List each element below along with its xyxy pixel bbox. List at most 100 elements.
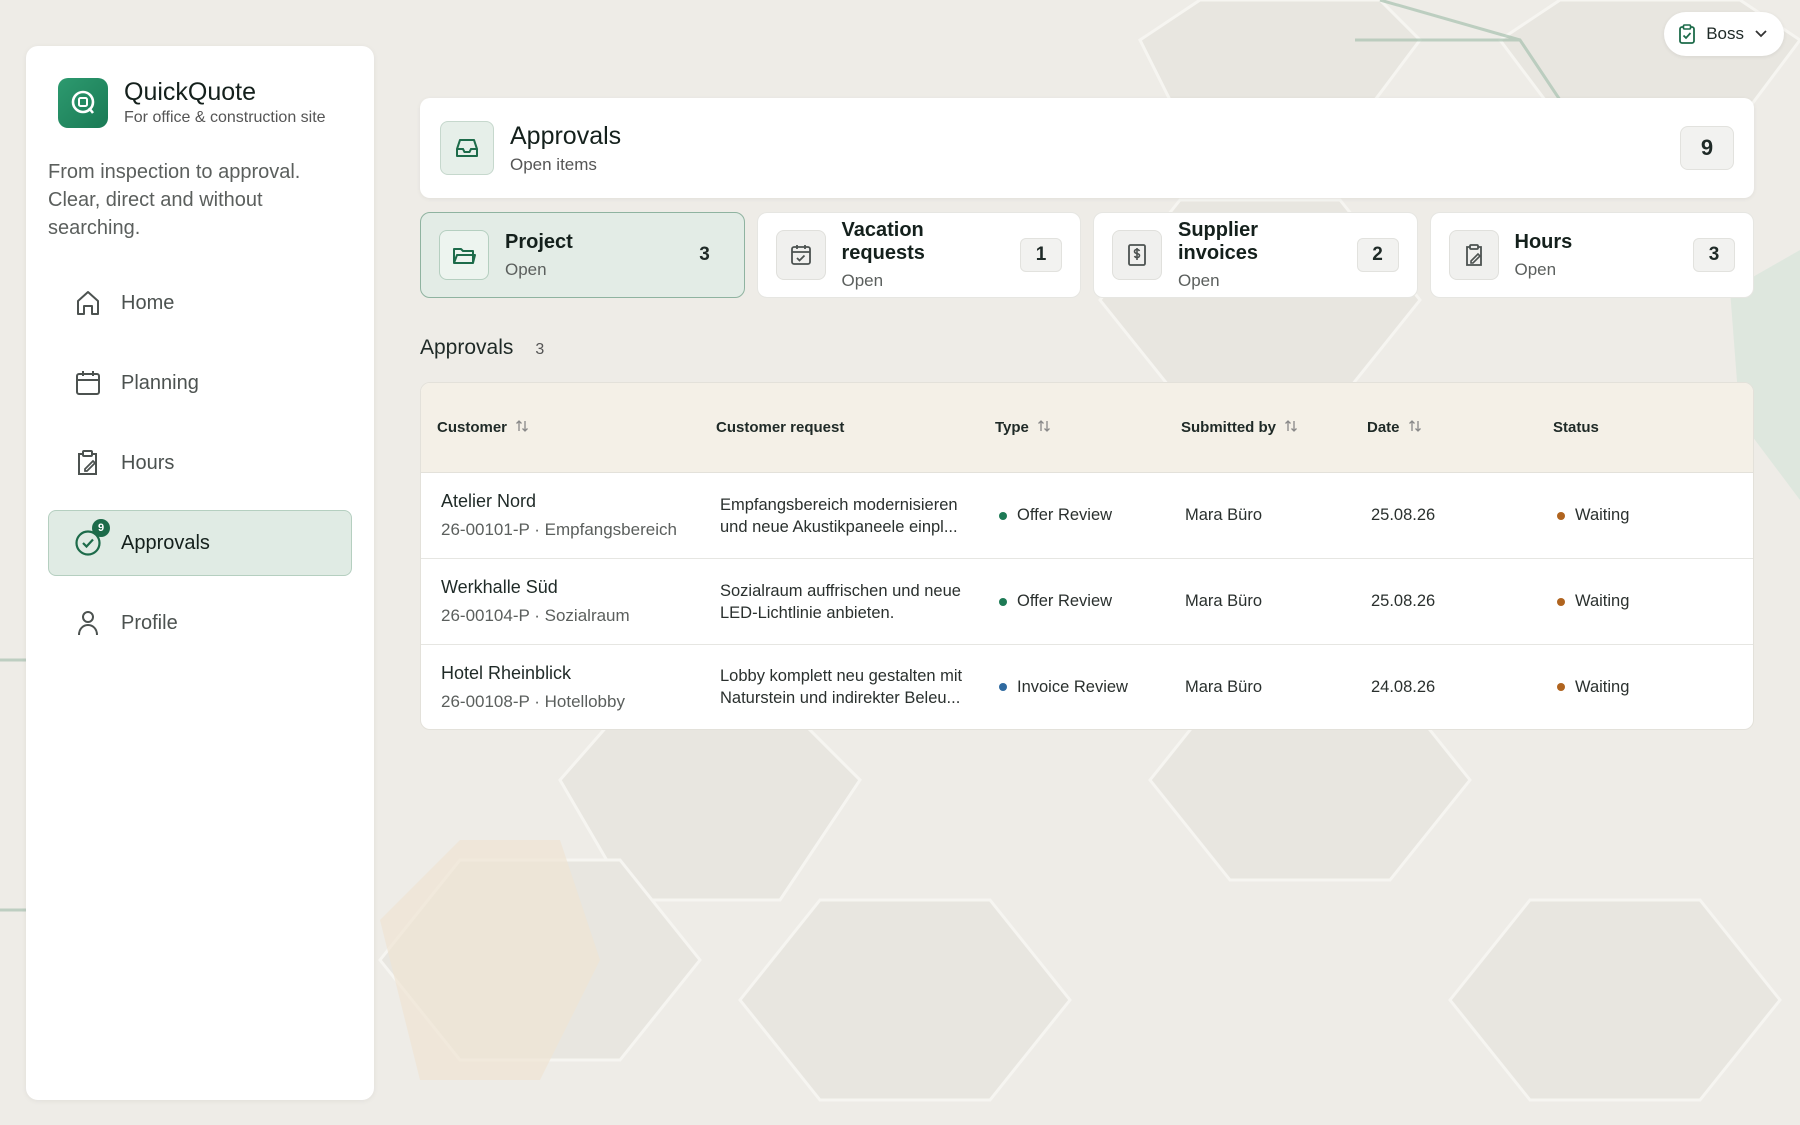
tab-title: Project — [505, 230, 573, 253]
status-dot — [1557, 597, 1565, 606]
request-line: und neue Akustikpaneele einpl... — [720, 517, 958, 536]
sidebar-item-planning[interactable]: Planning — [48, 350, 352, 416]
request-line: LED-Lichtlinie anbieten. — [720, 603, 895, 622]
customer-name: Werkhalle Süd — [441, 577, 558, 597]
project-reference: 26-00108-P · Hotellobby — [441, 691, 625, 711]
tab-count: 2 — [1356, 238, 1399, 272]
category-tabs: Project Open 3 Vacation requests Open 1 … — [420, 212, 1754, 298]
type-dot — [999, 683, 1007, 691]
approvals-table: Customer Customer request Type Submitted… — [420, 382, 1754, 730]
status-label: Waiting — [1575, 592, 1630, 610]
type-cell: Offer Review — [999, 592, 1185, 611]
type-label: Offer Review — [1017, 592, 1113, 610]
table-row[interactable]: Hotel Rheinblick 26-00108-P · Hotellobby… — [421, 645, 1753, 729]
check-circle-icon: 9 — [73, 519, 110, 558]
tab-hours[interactable]: Hours Open 3 — [1429, 212, 1754, 298]
date: 25.08.26 — [1371, 592, 1436, 610]
type-dot — [999, 597, 1007, 606]
column-header-customer-request: Customer request — [716, 419, 995, 436]
column-label: Customer — [437, 419, 508, 436]
column-header-type[interactable]: Type — [995, 419, 1181, 437]
customer-name: Atelier Nord — [441, 491, 537, 511]
home-icon — [73, 288, 103, 318]
status-badge: Waiting — [1557, 592, 1737, 611]
app-name: QuickQuote — [124, 78, 257, 107]
app-subtitle: For office & construction site — [124, 108, 326, 126]
approvals-badge: 9 — [92, 519, 110, 537]
tab-subtitle: Open — [841, 271, 884, 290]
quickquote-logo-icon — [58, 78, 108, 128]
tab-title: Supplier invoices — [1178, 219, 1259, 264]
user-menu-button[interactable]: Boss — [1664, 12, 1784, 56]
customer-request: Sozialraum auffrischen und neue LED-Lich… — [720, 580, 999, 624]
sidebar-item-label: Planning — [121, 371, 199, 394]
customer-name: Hotel Rheinblick — [441, 662, 572, 683]
clipboard-check-icon — [1678, 24, 1696, 44]
tab-count: 3 — [1693, 238, 1735, 272]
status-label: Waiting — [1575, 677, 1630, 696]
column-header-customer[interactable]: Customer — [437, 419, 716, 437]
section-header: Approvals 3 — [420, 336, 1754, 360]
status-dot — [1557, 683, 1565, 691]
column-label: Customer request — [716, 419, 845, 436]
brand: QuickQuote For office & construction sit… — [48, 78, 352, 128]
type-dot — [999, 511, 1007, 520]
tab-count: 3 — [699, 244, 710, 265]
sidebar-item-label: Approvals — [121, 531, 210, 554]
tab-subtitle: Open — [1178, 271, 1220, 290]
sort-icon — [1284, 419, 1298, 437]
sort-icon — [1408, 419, 1422, 437]
calendar-icon — [73, 368, 103, 398]
tab-title: Hours — [1514, 230, 1573, 253]
submitted-by: Mara Büro — [1185, 592, 1263, 610]
clipboard-edit-icon — [1448, 230, 1499, 280]
section-title: Approvals — [420, 336, 514, 359]
tab-project[interactable]: Project Open 3 — [420, 212, 745, 298]
column-label: Date — [1367, 419, 1400, 436]
approvals-header-card: Approvals Open items 9 — [420, 98, 1754, 198]
user-menu-label: Boss — [1706, 24, 1744, 43]
table-row[interactable]: Werkhalle Süd 26-00104-P · Sozialraum So… — [421, 559, 1753, 645]
type-label: Offer Review — [1017, 506, 1113, 524]
date: 25.08.26 — [1371, 506, 1436, 524]
tab-subtitle: Open — [505, 259, 547, 279]
main-content: Approvals Open items 9 Project Open 3 Va… — [420, 98, 1754, 730]
column-header-submitted-by[interactable]: Submitted by — [1181, 419, 1367, 437]
page-title: Approvals — [510, 121, 622, 150]
sidebar-item-label: Profile — [121, 611, 178, 634]
page-subtitle: Open items — [510, 154, 597, 174]
project-reference: 26-00104-P · Sozialraum — [441, 606, 630, 625]
sort-icon — [515, 419, 529, 437]
tab-subtitle: Open — [1514, 259, 1557, 279]
sidebar-nav: Home Planning Hours 9 Approvals Profile — [48, 270, 352, 656]
status-label: Waiting — [1575, 506, 1630, 524]
sidebar-item-hours[interactable]: Hours — [48, 430, 352, 496]
sidebar-item-label: Hours — [121, 451, 175, 474]
calendar-check-icon — [775, 230, 826, 280]
type-cell: Offer Review — [999, 506, 1185, 525]
total-open-count: 9 — [1680, 126, 1734, 170]
chevron-down-icon — [1754, 29, 1768, 39]
status-dot — [1557, 511, 1565, 520]
customer-request: Lobby komplett neu gestalten mit Naturst… — [720, 665, 999, 709]
clipboard-edit-icon — [73, 448, 103, 478]
sidebar-item-home[interactable]: Home — [48, 270, 352, 336]
table-row[interactable]: Atelier Nord 26-00101-P · Empfangsbereic… — [421, 473, 1753, 559]
invoice-dollar-icon — [1112, 230, 1162, 280]
status-badge: Waiting — [1557, 678, 1737, 697]
column-label: Status — [1553, 419, 1599, 436]
app-tagline: From inspection to approval. Clear, dire… — [48, 161, 301, 239]
sort-icon — [1037, 419, 1051, 437]
sidebar-item-approvals[interactable]: 9 Approvals — [48, 510, 352, 576]
submitted-by: Mara Büro — [1185, 506, 1263, 524]
project-reference: 26-00101-P · Empfangsbereich — [441, 520, 677, 539]
folder-icon — [439, 230, 489, 280]
tab-vacation-requests[interactable]: Vacation requests Open 1 — [756, 212, 1081, 298]
tab-supplier-invoices[interactable]: Supplier invoices Open 2 — [1093, 212, 1418, 298]
column-header-date[interactable]: Date — [1367, 419, 1553, 437]
column-label: Type — [995, 419, 1029, 436]
sidebar-item-profile[interactable]: Profile — [48, 590, 352, 656]
customer-request: Empfangsbereich modernisieren und neue A… — [720, 494, 999, 538]
tab-title: Vacation requests — [841, 219, 925, 264]
date: 24.08.26 — [1371, 677, 1436, 696]
